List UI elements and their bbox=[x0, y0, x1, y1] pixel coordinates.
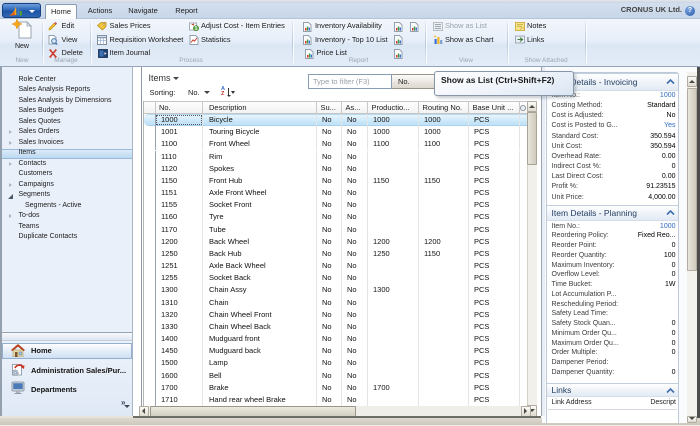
svg-text:$: $ bbox=[195, 26, 198, 31]
